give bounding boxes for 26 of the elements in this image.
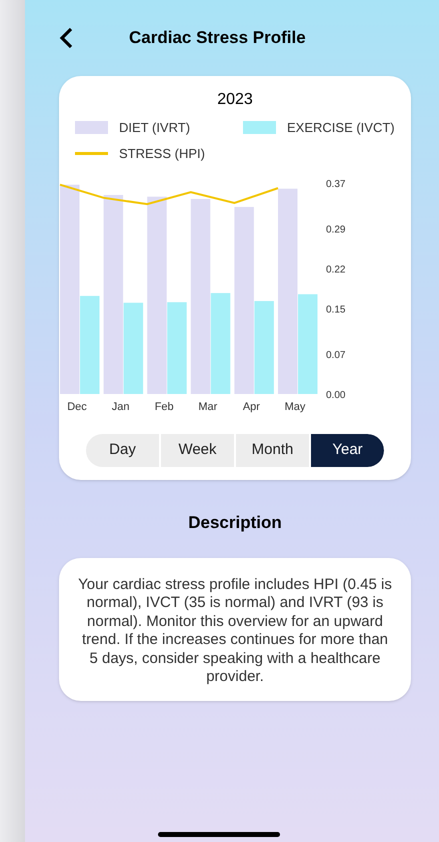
description-text: Your cardiac stress profile includes HPI (0.45 is normal), IVCT (35 is normal) and IVRT (93 is normal). Monitor this overview for an upward trend. If the increases continues for more than 5 days, consider speaking with a healthcare provider. [77, 576, 393, 686]
back-icon[interactable] [59, 27, 73, 49]
legend-label: STRESS (HPI) [119, 144, 205, 163]
x-tick-label: Dec [67, 401, 87, 413]
y-tick-label: 0.15 [326, 304, 346, 316]
x-tick-label: Jan [112, 401, 130, 413]
x-tick-label: Mar [198, 401, 218, 413]
y-tick-label: 0.07 [326, 350, 346, 362]
legend-label: EXERCISE (IVCT) [287, 119, 395, 137]
x-tick-label: Apr [242, 401, 260, 413]
y-tick-label: 0.00 [326, 390, 346, 401]
x-tick-label: May [284, 401, 306, 413]
period-tab[interactable]: Week [159, 434, 234, 467]
y-tick-label: 0.37 [326, 179, 346, 190]
page-title: Cardiac Stress Profile [129, 27, 306, 50]
y-tick-label: 0.29 [326, 224, 346, 236]
legend-line [75, 152, 108, 155]
y-tick-label: 0.22 [326, 264, 346, 276]
legend-label: DIET (IVRT) [119, 119, 190, 137]
chart-title: 2023 [217, 90, 253, 110]
description-heading: Description [188, 512, 282, 534]
legend-swatch [243, 121, 276, 134]
legend-swatch [75, 121, 108, 134]
x-tick-label: Feb [154, 401, 174, 413]
period-tab[interactable]: Year [309, 434, 384, 467]
period-tab[interactable]: Day [86, 434, 159, 467]
